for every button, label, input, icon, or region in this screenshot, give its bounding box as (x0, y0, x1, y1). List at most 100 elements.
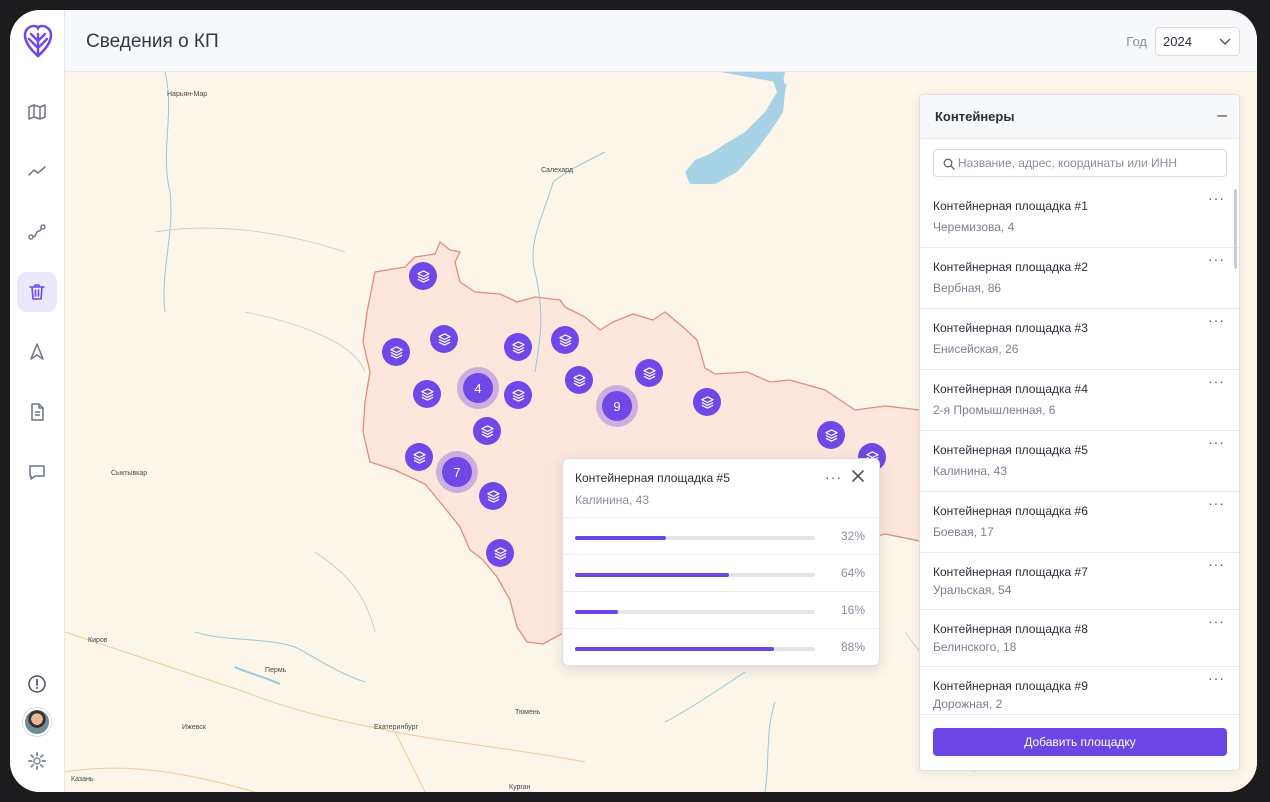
container-marker[interactable] (486, 539, 514, 567)
list-item[interactable]: Контейнерная площадка #4 2-я Промышленна… (920, 370, 1239, 431)
fill-level-value: 32% (840, 529, 865, 543)
item-address: Калинина, 43 (933, 464, 1008, 478)
sidebar-item-analytics[interactable] (17, 152, 57, 192)
item-address: Вербная, 86 (933, 281, 1002, 295)
item-name: Контейнерная площадка #6 (933, 504, 1088, 518)
item-address: Енисейская, 26 (933, 342, 1019, 356)
container-marker[interactable] (430, 325, 458, 353)
layers-icon (824, 428, 838, 442)
list-item[interactable]: Контейнерная площадка #8 Белинского, 18 … (920, 610, 1239, 667)
more-icon[interactable]: ··· (1208, 312, 1225, 328)
alert-icon (28, 675, 46, 693)
sidebar (10, 10, 65, 792)
container-marker[interactable] (504, 333, 532, 361)
list-item[interactable]: Контейнерная площадка #6 Боевая, 17 ··· (920, 492, 1239, 553)
containers-list: Контейнерная площадка #1 Черемизова, 4 ·… (920, 187, 1239, 724)
fill-level-track (575, 647, 815, 651)
more-icon[interactable]: ··· (1208, 251, 1225, 267)
city-label: Курган (509, 784, 531, 791)
chart-line-icon (28, 166, 46, 176)
document-icon (31, 403, 44, 421)
item-name: Контейнерная площадка #9 (933, 679, 1088, 693)
item-address: Черемизова, 4 (933, 220, 1015, 234)
cluster-marker[interactable]: 9 (596, 385, 638, 427)
cluster-count: 9 (602, 391, 632, 421)
item-name: Контейнерная площадка #7 (933, 565, 1088, 579)
avatar[interactable] (23, 708, 51, 736)
fill-level-row: 64% (563, 554, 879, 591)
container-marker[interactable] (409, 262, 437, 290)
layers-icon (642, 366, 656, 380)
container-marker[interactable] (551, 326, 579, 354)
container-marker[interactable] (693, 388, 721, 416)
popup-address: Калинина, 43 (575, 493, 650, 507)
fill-level-bar (575, 610, 619, 614)
list-item[interactable]: Контейнерная площадка #1 Черемизова, 4 ·… (920, 187, 1239, 248)
fill-level-row: 88% (563, 628, 879, 665)
sidebar-item-containers[interactable] (17, 272, 57, 312)
fill-level-value: 16% (840, 603, 865, 617)
more-icon[interactable]: ··· (1208, 434, 1225, 450)
search-box (933, 149, 1227, 177)
container-marker[interactable] (635, 359, 663, 387)
more-icon[interactable]: ··· (1208, 556, 1225, 572)
city-label: Тюмень (515, 709, 541, 716)
item-name: Контейнерная площадка #4 (933, 382, 1088, 396)
layers-icon (486, 489, 500, 503)
fill-level-track (575, 610, 815, 614)
fill-level-track (575, 536, 815, 540)
layers-icon (480, 424, 494, 438)
layers-icon (700, 395, 714, 409)
fill-level-track (575, 573, 815, 577)
more-icon[interactable]: ··· (1208, 373, 1225, 389)
scrollbar[interactable] (1234, 189, 1237, 269)
container-marker[interactable] (504, 381, 532, 409)
sidebar-item-routes[interactable] (17, 212, 57, 252)
panel-header: Контейнеры – (920, 95, 1239, 139)
settings-button[interactable] (17, 741, 57, 781)
container-marker[interactable] (565, 366, 593, 394)
list-item[interactable]: Контейнерная площадка #2 Вербная, 86 ··· (920, 248, 1239, 309)
list-item[interactable]: Контейнерная площадка #3 Енисейская, 26 … (920, 309, 1239, 370)
collapse-button[interactable]: – (1218, 105, 1227, 125)
sidebar-item-messages[interactable] (17, 452, 57, 492)
add-site-button[interactable]: Добавить площадку (933, 728, 1227, 756)
more-icon[interactable]: ··· (1208, 190, 1225, 206)
alert-button[interactable] (17, 664, 57, 704)
cluster-marker[interactable]: 4 (457, 367, 499, 409)
year-select[interactable]: 2024 (1155, 27, 1240, 56)
sidebar-item-documents[interactable] (17, 392, 57, 432)
cluster-marker[interactable]: 7 (436, 451, 478, 493)
list-item[interactable]: Контейнерная площадка #5 Калинина, 43 ··… (920, 431, 1239, 492)
list-item[interactable]: Контейнерная площадка #7 Уральская, 54 ·… (920, 553, 1239, 610)
sidebar-item-map[interactable] (17, 92, 57, 132)
chevron-down-icon (1219, 38, 1231, 45)
more-icon[interactable]: ··· (1208, 670, 1225, 686)
more-icon[interactable]: ··· (1208, 613, 1225, 629)
item-name: Контейнерная площадка #1 (933, 199, 1088, 213)
container-marker[interactable] (479, 482, 507, 510)
fill-level-bar (575, 647, 775, 651)
more-icon[interactable]: ··· (825, 469, 842, 485)
layers-icon (420, 387, 434, 401)
container-marker[interactable] (473, 417, 501, 445)
city-label: Киров (88, 637, 108, 644)
more-icon[interactable]: ··· (1208, 495, 1225, 511)
item-name: Контейнерная площадка #5 (933, 443, 1088, 457)
route-icon (28, 224, 46, 240)
sidebar-item-navigation[interactable] (17, 332, 57, 372)
fill-level-bar (575, 573, 729, 577)
layers-icon (572, 373, 586, 387)
container-marker[interactable] (817, 421, 845, 449)
search-input[interactable] (958, 150, 1224, 176)
close-icon[interactable] (851, 469, 865, 483)
layers-icon (558, 333, 572, 347)
logo-icon[interactable] (23, 24, 53, 58)
container-marker[interactable] (382, 338, 410, 366)
city-label: Екатеринбург (374, 724, 419, 731)
container-marker[interactable] (413, 380, 441, 408)
layers-icon (437, 332, 451, 346)
containers-panel: Контейнеры – Контейнерная площадка #1 Че… (919, 94, 1240, 771)
container-marker[interactable] (405, 443, 433, 471)
item-name: Контейнерная площадка #3 (933, 321, 1088, 335)
